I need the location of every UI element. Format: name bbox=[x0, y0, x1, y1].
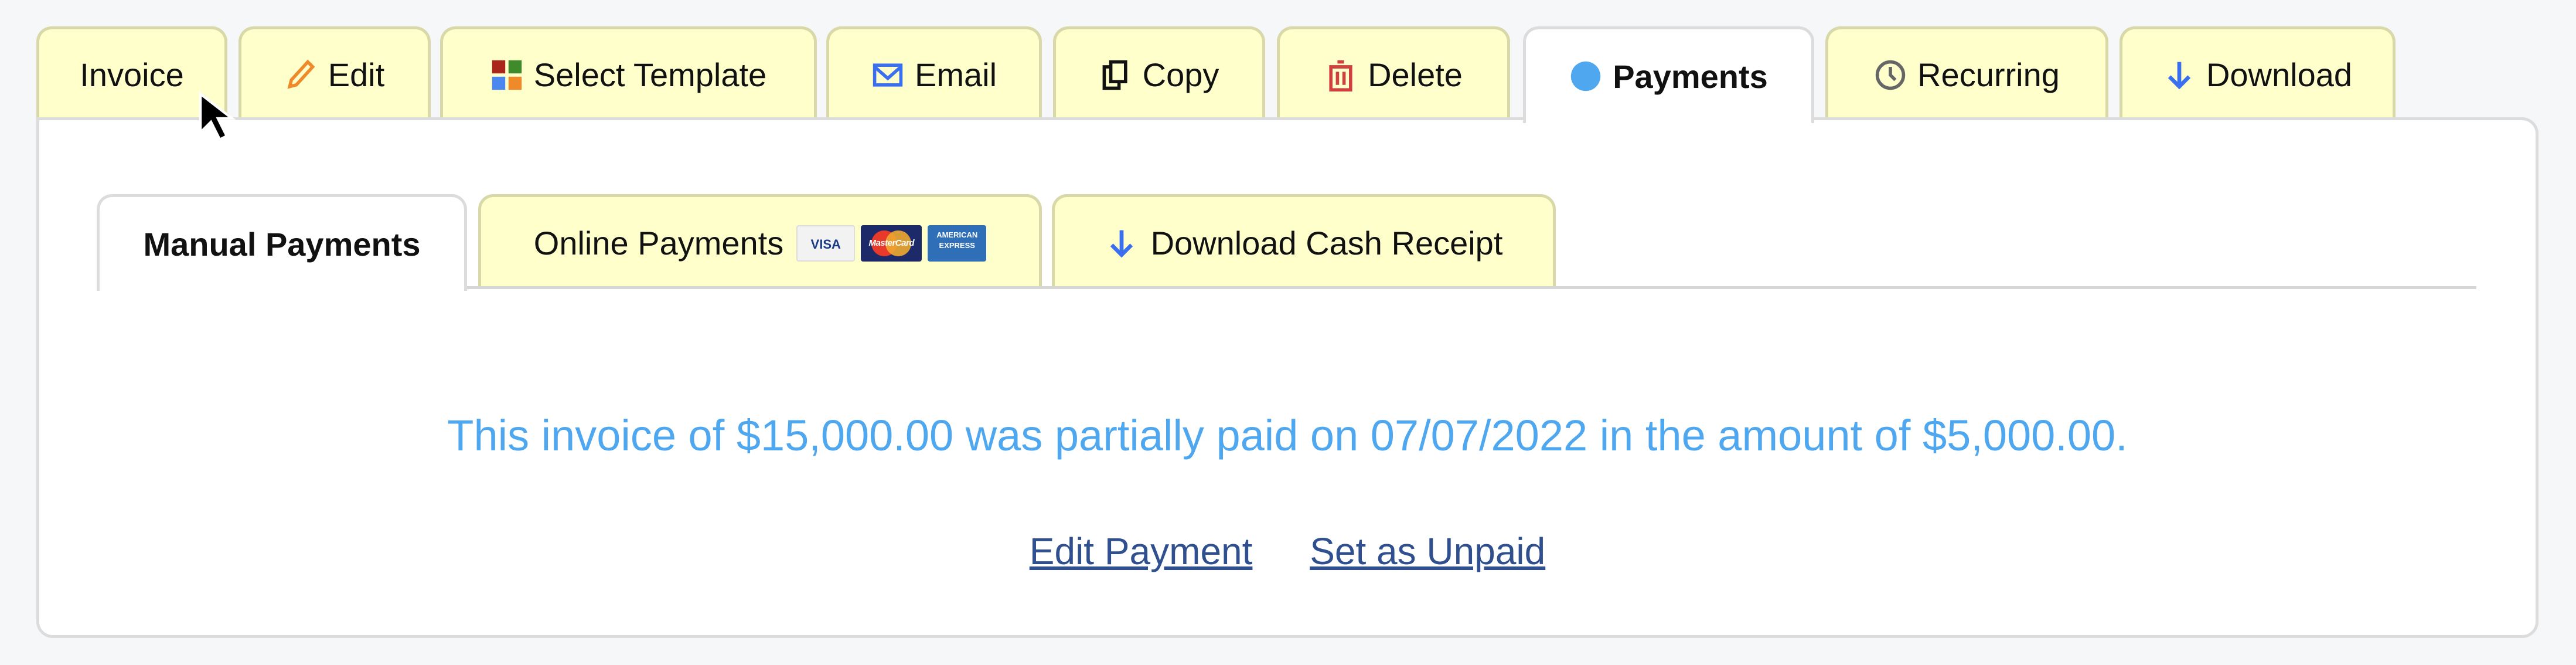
tab-label: Edit bbox=[328, 56, 385, 93]
tab-label: Recurring bbox=[1917, 56, 2060, 93]
envelope-icon bbox=[873, 63, 903, 87]
tab-label: Manual Payments bbox=[143, 225, 421, 263]
subtab-download-cash-receipt[interactable]: Download Cash Receipt bbox=[1052, 194, 1556, 289]
mastercard-logo-icon: MasterCard bbox=[861, 225, 922, 262]
tab-recurring[interactable]: Recurring bbox=[1825, 26, 2108, 120]
set-as-unpaid-link[interactable]: Set as Unpaid bbox=[1310, 530, 1545, 572]
mastercard-logo-text: MasterCard bbox=[868, 238, 914, 248]
tab-label: Copy bbox=[1142, 56, 1219, 93]
visa-logo-icon: VISA bbox=[796, 225, 856, 262]
tab-label: Email bbox=[914, 56, 997, 93]
trash-icon bbox=[1329, 60, 1352, 91]
tab-label: Delete bbox=[1368, 56, 1463, 93]
tab-copy[interactable]: Copy bbox=[1053, 26, 1265, 120]
arrow-down-icon bbox=[2168, 62, 2191, 89]
tab-label: Download Cash Receipt bbox=[1150, 225, 1503, 262]
tab-delete[interactable]: Delete bbox=[1277, 26, 1510, 120]
tab-email[interactable]: Email bbox=[826, 26, 1042, 120]
circle-icon bbox=[1571, 61, 1601, 91]
tab-label: Invoice bbox=[80, 56, 184, 93]
edit-payment-link[interactable]: Edit Payment bbox=[1030, 530, 1253, 572]
payment-status-message: This invoice of $15,000.00 was partially… bbox=[447, 411, 2128, 460]
tab-label: Online Payments bbox=[533, 225, 784, 262]
subtab-online-payments[interactable]: Online Payments VISA MasterCard AMERICAN… bbox=[478, 194, 1042, 289]
tab-label: Payments bbox=[1613, 57, 1768, 95]
tab-label: Download bbox=[2206, 56, 2353, 93]
template-grid-icon bbox=[492, 60, 522, 90]
tab-download[interactable]: Download bbox=[2120, 26, 2396, 120]
tab-label: Select Template bbox=[533, 56, 767, 93]
mouse-cursor-icon bbox=[199, 91, 236, 142]
tab-payments[interactable]: Payments bbox=[1523, 26, 1814, 123]
tab-edit[interactable]: Edit bbox=[238, 26, 431, 120]
tab-select-template[interactable]: Select Template bbox=[440, 26, 817, 120]
pencil-icon bbox=[287, 59, 315, 89]
payment-actions: Edit Payment Set as Unpaid bbox=[36, 530, 2538, 573]
arrow-down-icon bbox=[1110, 230, 1133, 257]
copy-icon bbox=[1102, 60, 1127, 90]
subtab-manual-payments[interactable]: Manual Payments bbox=[97, 194, 467, 291]
clock-icon bbox=[1875, 60, 1906, 90]
amex-logo-icon: AMERICAN EXPRESS bbox=[928, 225, 987, 262]
